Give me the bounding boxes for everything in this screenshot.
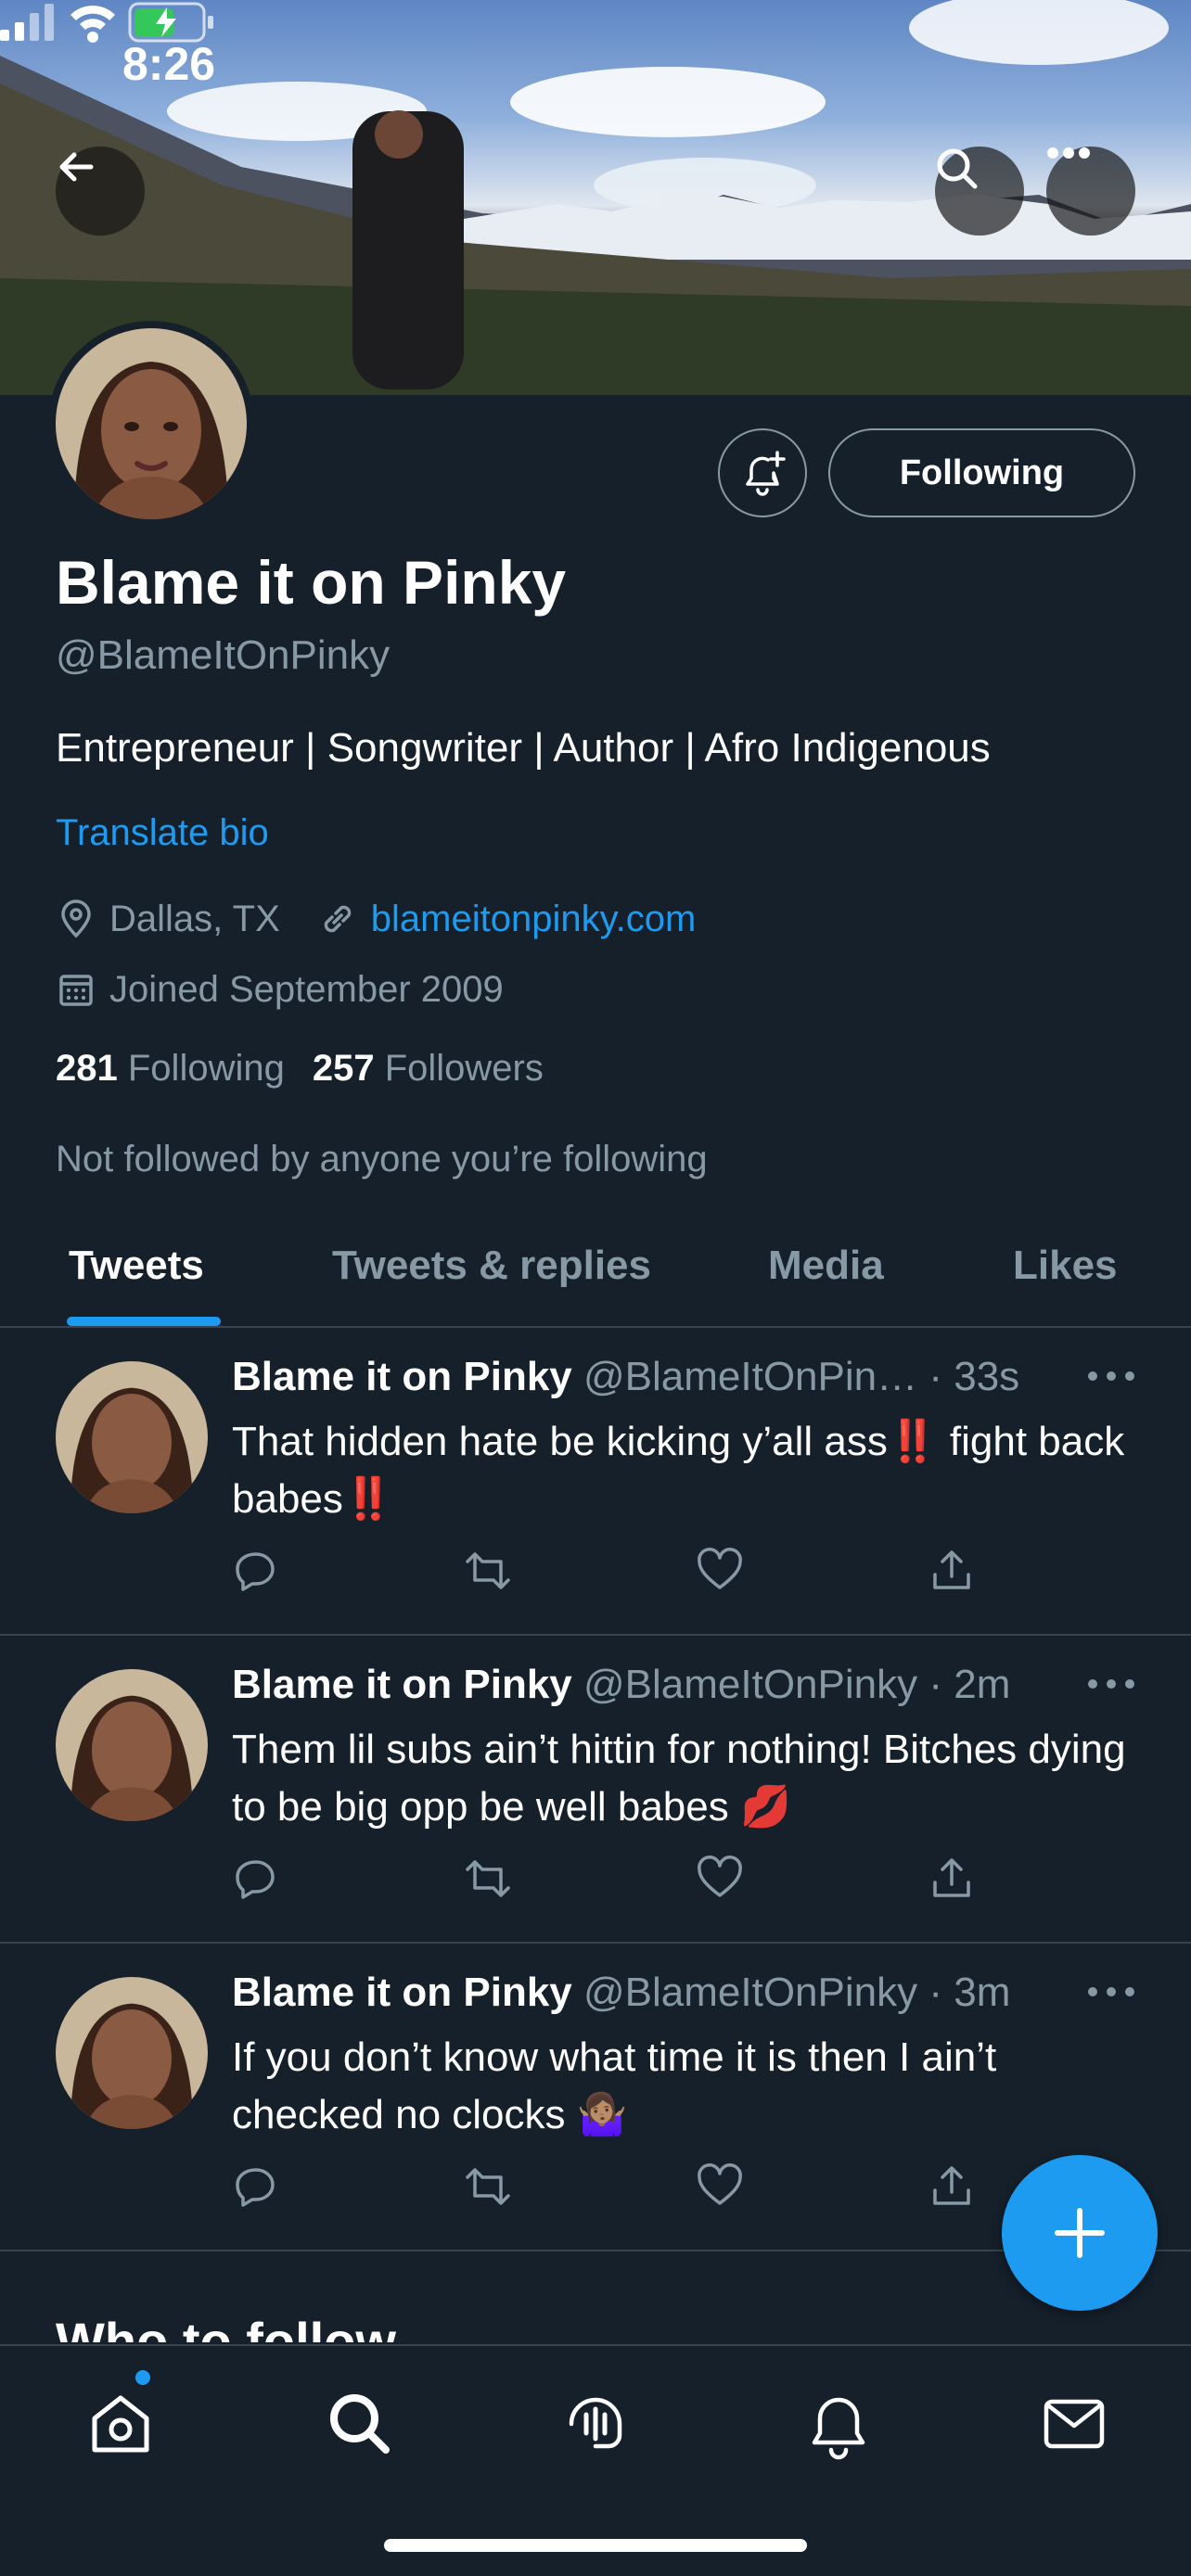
shrug-emoji: 🤷🏽‍♀️ [576, 2092, 628, 2137]
reply-icon[interactable] [232, 2162, 280, 2211]
reply-icon[interactable] [232, 1855, 280, 1903]
status-bar: 8:26 [0, 0, 1191, 139]
messages-icon[interactable] [1037, 2387, 1111, 2461]
tweet-header: Blame it on Pinky @BlameItOnPin… · 33s [232, 1354, 1019, 1400]
profile-handle: @BlameItOnPinky [56, 632, 391, 678]
tab-tweets[interactable]: Tweets [69, 1243, 204, 1289]
signal-icon [0, 4, 54, 41]
tweet-actions [232, 2162, 992, 2218]
tweet-avatar[interactable] [56, 1361, 208, 1513]
link-icon [324, 905, 352, 933]
profile-location: Dallas, TX [109, 898, 280, 939]
tweet[interactable]: Blame it on Pinky @BlameItOnPinky · 2m T… [0, 1636, 1191, 1944]
tweet-handle-time: @BlameItOnPinky · 3m [583, 1970, 1011, 2015]
double-exclamation-emoji: ‼️ [342, 1476, 394, 1522]
tab-media[interactable]: Media [768, 1243, 884, 1289]
notifications-toggle-button[interactable] [718, 428, 807, 517]
battery-icon [128, 2, 213, 43]
more-horizontal-icon[interactable] [1085, 1673, 1137, 1695]
followers-count: 257 [312, 1048, 375, 1089]
tweet-header: Blame it on Pinky @BlameItOnPinky · 2m [232, 1662, 1010, 1708]
profile-website-link[interactable]: blameitonpinky.com [371, 899, 697, 940]
wifi-icon [70, 6, 115, 43]
search-button[interactable] [935, 147, 1024, 236]
calendar-icon [59, 975, 93, 1006]
avatar-image [56, 328, 247, 519]
tweet-text-part: Them lil subs ain’t hittin for nothing! … [232, 1727, 1126, 1830]
arrow-left-icon [59, 152, 94, 182]
more-horizontal-icon[interactable] [1085, 1981, 1137, 2003]
back-button[interactable] [56, 147, 145, 236]
tweet-actions [232, 1547, 992, 1602]
tweet-text-part: That hidden hate be kicking y’all ass [232, 1419, 888, 1464]
tweet-author-name[interactable]: Blame it on Pinky [232, 1970, 572, 2015]
active-tab-indicator [67, 1317, 221, 1326]
tweet-text: If you don’t know what time it is then I… [232, 2029, 1141, 2144]
profile-joined-date: Joined September 2009 [109, 968, 504, 1010]
spaces-icon[interactable] [558, 2387, 633, 2461]
notifications-icon[interactable] [801, 2387, 876, 2461]
tab-likes[interactable]: Likes [1013, 1243, 1118, 1289]
more-options-button[interactable] [1046, 147, 1135, 236]
home-indicator-bar [384, 2539, 807, 2552]
followers-count-link[interactable]: 257 Followers [313, 1048, 544, 1090]
tweet-author-name[interactable]: Blame it on Pinky [232, 1354, 572, 1399]
mutual-followers-note: Not followed by anyone you’re following [56, 1139, 708, 1180]
bell-plus-icon [746, 451, 786, 496]
share-icon[interactable] [928, 1855, 976, 1903]
following-label: Following [127, 1048, 285, 1089]
tweet[interactable]: Blame it on Pinky @BlameItOnPin… · 33s T… [0, 1328, 1191, 1636]
kiss-mark-emoji: 💋 [739, 1784, 791, 1830]
profile-tabs: Tweets Tweets & replies Media Likes [0, 1224, 1191, 1328]
tweet-author-name[interactable]: Blame it on Pinky [232, 1662, 572, 1707]
tweet-header: Blame it on Pinky @BlameItOnPinky · 3m [232, 1970, 1010, 2016]
status-icons [0, 2, 213, 43]
heart-icon[interactable] [696, 2162, 744, 2211]
double-exclamation-emoji: ‼️ [887, 1419, 939, 1464]
following-count-link[interactable]: 281 Following [56, 1048, 285, 1090]
retweet-icon[interactable] [464, 1547, 512, 1595]
home-unread-indicator [135, 2370, 150, 2385]
followers-label: Followers [384, 1048, 544, 1089]
compose-tweet-button[interactable] [1002, 2155, 1158, 2311]
more-horizontal-icon [1047, 147, 1090, 159]
tab-tweets-replies[interactable]: Tweets & replies [332, 1243, 651, 1289]
plus-icon [1055, 2208, 1105, 2258]
home-icon[interactable] [83, 2387, 158, 2461]
profile-meta-location-website: Dallas, TX blameitonpinky.com [56, 896, 696, 942]
tweet-avatar[interactable] [56, 1977, 208, 2129]
tweet-text: Them lil subs ain’t hittin for nothing! … [232, 1721, 1141, 1836]
following-button[interactable]: Following [828, 428, 1135, 517]
heart-icon[interactable] [696, 1547, 744, 1595]
tweet-handle-time: @BlameItOnPinky · 2m [583, 1662, 1011, 1707]
share-icon[interactable] [928, 1547, 976, 1595]
heart-icon[interactable] [696, 1855, 744, 1903]
retweet-icon[interactable] [464, 1855, 512, 1903]
status-time: 8:26 [122, 38, 216, 90]
avatar-image [56, 1361, 208, 1513]
tweet-actions [232, 1855, 992, 1910]
avatar-image [56, 1669, 208, 1821]
profile-bio: Entrepreneur | Songwriter | Author | Afr… [56, 725, 991, 771]
who-to-follow-heading: Who to follow [56, 2312, 396, 2342]
tweet-avatar[interactable] [56, 1669, 208, 1821]
following-count: 281 [56, 1048, 118, 1089]
reply-icon[interactable] [232, 1547, 280, 1595]
share-icon[interactable] [928, 2162, 976, 2211]
tweet-text: That hidden hate be kicking y’all ass‼️ … [232, 1413, 1141, 1528]
profile-meta-joined: Joined September 2009 [56, 966, 504, 1013]
follow-counts: 281 Following 257 Followers [56, 1048, 544, 1090]
profile-display-name: Blame it on Pinky [56, 548, 567, 617]
more-horizontal-icon[interactable] [1085, 1365, 1137, 1387]
search-icon [937, 148, 978, 189]
avatar-image [56, 1977, 208, 2129]
retweet-icon[interactable] [464, 2162, 512, 2211]
location-pin-icon [61, 899, 91, 938]
search-icon[interactable] [323, 2387, 397, 2461]
profile-avatar[interactable] [48, 321, 254, 527]
translate-bio-link[interactable]: Translate bio [56, 812, 269, 854]
tweet-handle-time: @BlameItOnPin… · 33s [583, 1354, 1020, 1399]
